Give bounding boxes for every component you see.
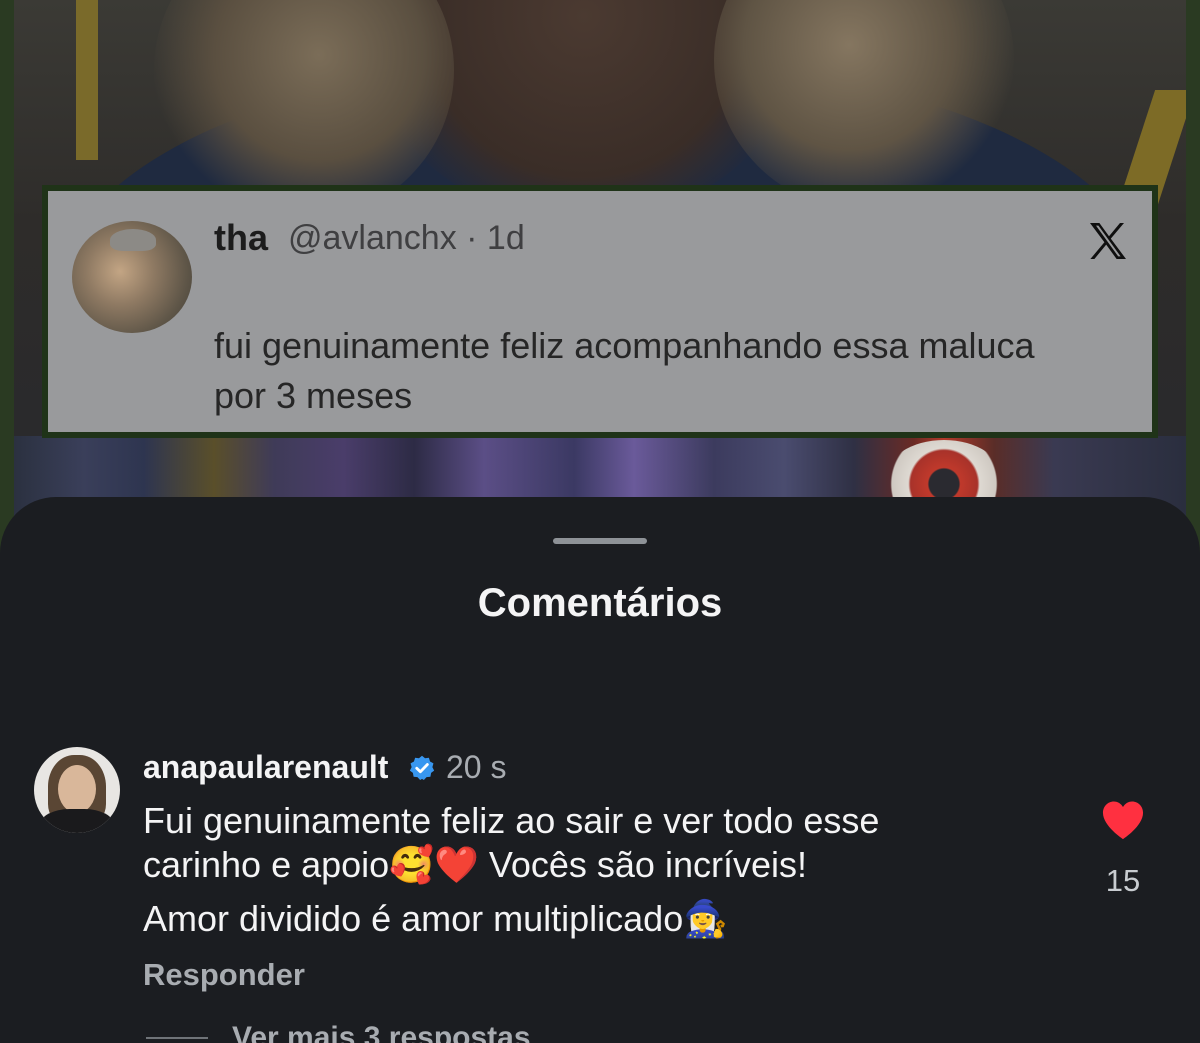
verified-badge-icon	[409, 755, 435, 781]
replies-divider	[146, 1037, 208, 1039]
video-background[interactable]: tha @avlanchx · 1d fui genuinamente feli…	[0, 0, 1200, 560]
avatar-face	[58, 765, 96, 813]
tweet-handle-time: @avlanchx · 1d	[288, 219, 525, 257]
comment-text: Fui genuinamente feliz ao sair e ver tod…	[143, 799, 1023, 941]
comment-avatar[interactable]	[34, 747, 120, 833]
comment-timestamp: 20 s	[446, 749, 507, 785]
like-count: 15	[1105, 863, 1141, 898]
tweet-author-name: tha	[214, 217, 268, 258]
view-more-replies-button[interactable]: Ver mais 3 respostas	[232, 1021, 531, 1043]
tweet-avatar	[72, 221, 192, 333]
comment-text-line-1: Fui genuinamente feliz ao sair e ver tod…	[143, 800, 880, 841]
sheet-title: Comentários	[477, 581, 723, 625]
screen: tha @avlanchx · 1d fui genuinamente feli…	[0, 0, 1200, 1043]
reply-button[interactable]: Responder	[143, 957, 305, 993]
tweet-text: fui genuinamente feliz acompanhando essa…	[214, 325, 1035, 416]
background-pillar	[76, 0, 98, 160]
tweet-card: tha @avlanchx · 1d fui genuinamente feli…	[42, 185, 1158, 438]
comment-text-line-3: Amor dividido é amor multiplicado🧙‍♀️	[143, 898, 729, 939]
avatar-body	[40, 809, 114, 833]
comments-sheet: Comentários anapaularenault 20 s Fui gen…	[0, 497, 1200, 1043]
x-logo-icon	[1090, 223, 1126, 259]
sheet-drag-handle[interactable]	[553, 538, 647, 544]
comment-username[interactable]: anapaularenault	[143, 749, 388, 786]
comment-text-line-2: carinho e apoio🥰❤️ Vocês são incríveis!	[143, 844, 807, 885]
heart-icon[interactable]	[1100, 799, 1146, 841]
